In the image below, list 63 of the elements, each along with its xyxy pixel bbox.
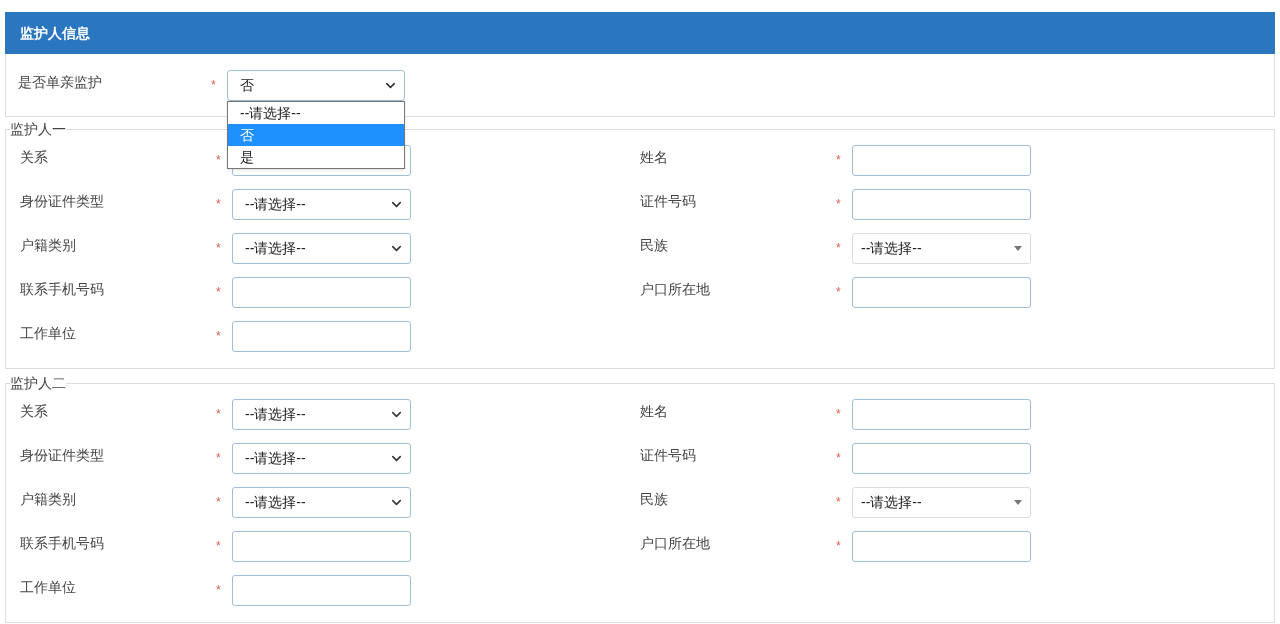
required-marker: * — [216, 152, 222, 169]
required-marker: * — [216, 450, 222, 467]
field-label: 关系 — [20, 148, 49, 167]
select-field[interactable]: --请选择-- — [852, 233, 1031, 264]
select-field[interactable]: 否 — [227, 70, 405, 101]
required-marker: * — [216, 494, 222, 511]
required-marker: * — [836, 494, 842, 511]
input-field[interactable] — [852, 399, 1031, 430]
select-field[interactable]: --请选择-- — [232, 443, 411, 474]
input-field[interactable] — [232, 531, 411, 562]
input-field[interactable] — [852, 443, 1031, 474]
field-label: 户籍类别 — [20, 490, 77, 509]
input-field[interactable] — [852, 145, 1031, 176]
field-label: 身份证件类型 — [20, 192, 105, 211]
required-marker: * — [216, 582, 222, 599]
caret-down-icon — [1014, 500, 1022, 505]
required-marker: * — [836, 284, 842, 301]
select-field[interactable]: --请选择-- — [852, 487, 1031, 518]
required-marker: * — [211, 77, 217, 94]
field-label: 关系 — [20, 402, 49, 421]
dropdown-option[interactable]: --请选择-- — [228, 102, 404, 124]
required-marker: * — [836, 196, 842, 213]
dropdown-option[interactable]: 是 — [228, 146, 404, 168]
required-marker: * — [216, 328, 222, 345]
required-marker: * — [216, 406, 222, 423]
field-label: 民族 — [640, 236, 669, 255]
field-label: 是否单亲监护 — [18, 73, 103, 92]
field-label: 工作单位 — [20, 324, 77, 343]
field-label: 身份证件类型 — [20, 446, 105, 465]
field-label: 联系手机号码 — [20, 280, 105, 299]
field-label: 民族 — [640, 490, 669, 509]
select-field[interactable]: --请选择-- — [232, 487, 411, 518]
select-field[interactable]: --请选择-- — [232, 189, 411, 220]
input-field[interactable] — [852, 531, 1031, 562]
field-label: 户口所在地 — [640, 534, 711, 553]
input-field[interactable] — [232, 575, 411, 606]
required-marker: * — [216, 196, 222, 213]
fieldset-legend: 监护人二 — [10, 375, 66, 391]
input-field[interactable] — [232, 321, 411, 352]
required-marker: * — [836, 240, 842, 257]
input-field[interactable] — [232, 277, 411, 308]
input-field[interactable] — [852, 189, 1031, 220]
field-label: 户籍类别 — [20, 236, 77, 255]
required-marker: * — [836, 450, 842, 467]
field-label: 姓名 — [640, 402, 669, 421]
field-label: 户口所在地 — [640, 280, 711, 299]
field-label: 工作单位 — [20, 578, 77, 597]
required-marker: * — [836, 538, 842, 555]
required-marker: * — [836, 152, 842, 169]
required-marker: * — [216, 538, 222, 555]
field-label: 姓名 — [640, 148, 669, 167]
select-field[interactable]: --请选择-- — [232, 399, 411, 430]
caret-down-icon — [1014, 246, 1022, 251]
field-label: 联系手机号码 — [20, 534, 105, 553]
fieldset-legend: 监护人一 — [10, 121, 66, 137]
required-marker: * — [836, 406, 842, 423]
required-marker: * — [216, 284, 222, 301]
select-field[interactable]: --请选择-- — [232, 233, 411, 264]
field-label: 证件号码 — [640, 192, 697, 211]
section-title: 监护人信息 — [20, 23, 90, 43]
input-field[interactable] — [852, 277, 1031, 308]
required-marker: * — [216, 240, 222, 257]
field-label: 证件号码 — [640, 446, 697, 465]
